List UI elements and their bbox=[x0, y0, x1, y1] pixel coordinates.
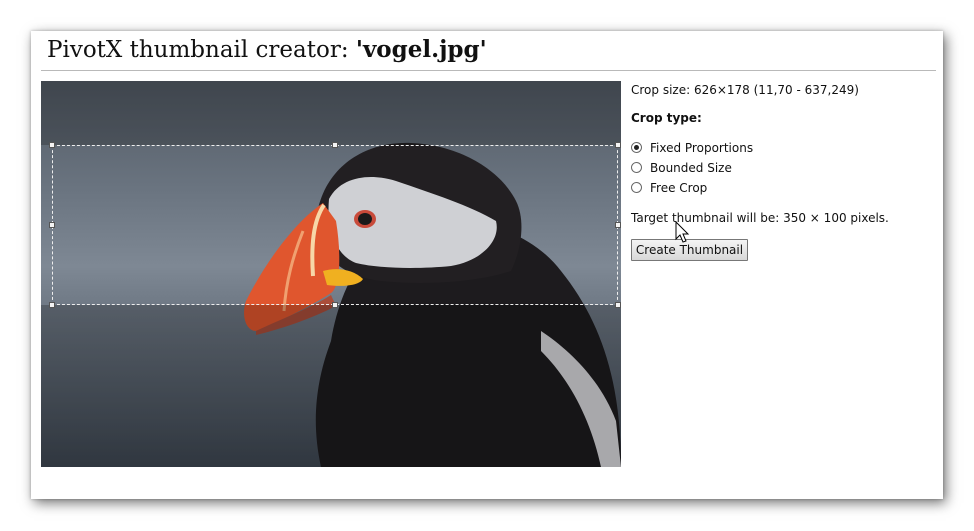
crop-shade-top bbox=[41, 81, 621, 145]
crop-handle-top-right[interactable] bbox=[615, 142, 621, 148]
crop-size-text: Crop size: 626×178 (11,70 - 637,249) bbox=[631, 83, 859, 97]
arrow-cursor-icon bbox=[675, 221, 690, 243]
radio-free-crop[interactable] bbox=[631, 182, 642, 193]
crop-handle-top-left[interactable] bbox=[49, 142, 55, 148]
crop-handle-top[interactable] bbox=[332, 142, 338, 148]
thumbnail-creator-window: PivotX thumbnail creator: 'vogel.jpg' Cr… bbox=[31, 31, 943, 499]
crop-handle-left[interactable] bbox=[49, 222, 55, 228]
option-fixed-proportions[interactable]: Fixed Proportions bbox=[631, 141, 753, 155]
title-prefix: PivotX thumbnail creator: bbox=[47, 37, 356, 63]
option-label: Bounded Size bbox=[650, 161, 732, 175]
crop-selection[interactable] bbox=[49, 142, 621, 308]
option-free-crop[interactable]: Free Crop bbox=[631, 181, 707, 195]
option-label: Fixed Proportions bbox=[650, 141, 754, 155]
radio-fixed-proportions[interactable] bbox=[631, 142, 642, 153]
crop-handle-bottom-left[interactable] bbox=[49, 302, 55, 308]
option-label: Free Crop bbox=[650, 181, 708, 195]
crop-handle-bottom-right[interactable] bbox=[615, 302, 621, 308]
title-divider bbox=[41, 70, 936, 71]
radio-bounded-size[interactable] bbox=[631, 162, 642, 173]
option-bounded-size[interactable]: Bounded Size bbox=[631, 161, 732, 175]
source-image[interactable] bbox=[41, 81, 621, 467]
crop-type-label: Crop type: bbox=[631, 111, 702, 125]
crop-handle-bottom[interactable] bbox=[332, 302, 338, 308]
crop-handle-right[interactable] bbox=[615, 222, 621, 228]
crop-shade-bottom bbox=[41, 305, 621, 467]
title-filename: 'vogel.jpg' bbox=[355, 36, 487, 63]
target-thumbnail-text: Target thumbnail will be: 350 × 100 pixe… bbox=[631, 211, 889, 225]
page-title: PivotX thumbnail creator: 'vogel.jpg' bbox=[47, 36, 487, 63]
